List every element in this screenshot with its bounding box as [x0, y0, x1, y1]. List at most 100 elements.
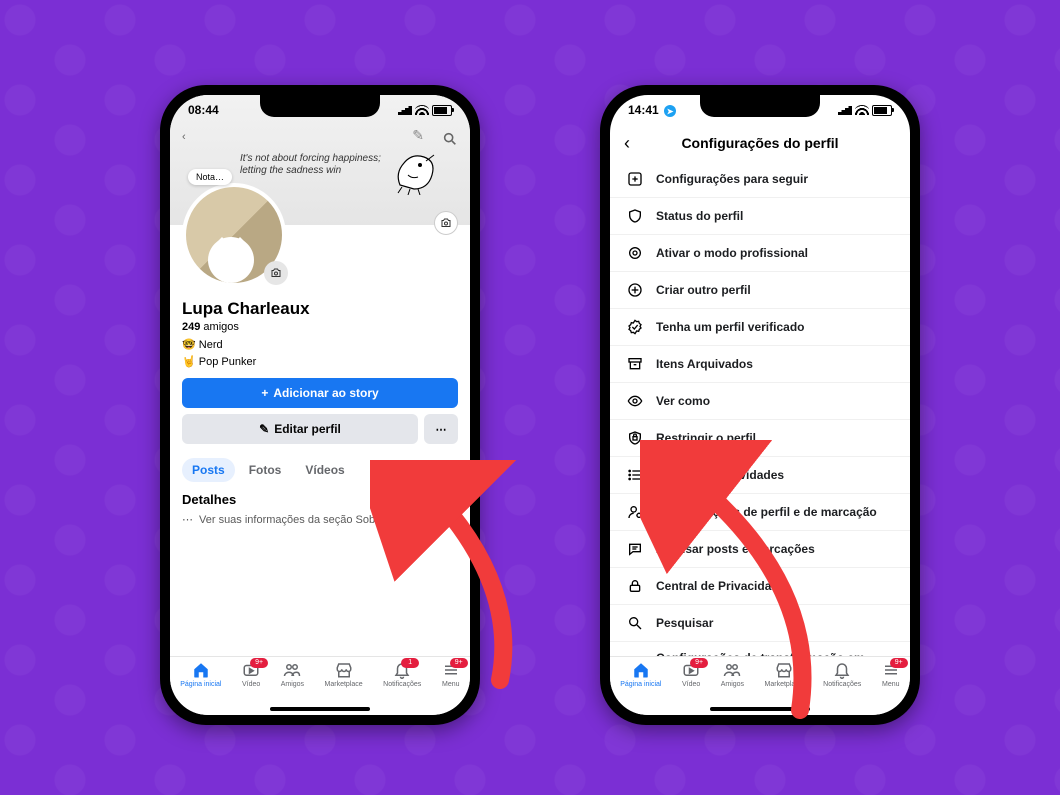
edit-profile-button[interactable]: ✎ Editar perfil	[182, 414, 418, 444]
shield-lock-icon	[626, 429, 644, 447]
back-chevron-icon[interactable]: ‹	[182, 131, 186, 143]
tab-home[interactable]: Página inicial	[180, 661, 221, 688]
tab-marketplace[interactable]: Marketplace	[765, 661, 803, 688]
tab-posts[interactable]: Posts	[182, 458, 235, 482]
archive-icon	[626, 355, 644, 373]
bottom-tab-bar: Página inicial 9+ Vídeo Amigos	[170, 656, 470, 715]
tab-notifications[interactable]: 1 Notificações	[383, 661, 421, 688]
battery-icon	[432, 105, 452, 116]
search-icon[interactable]	[442, 131, 458, 147]
badge-notifications: 1	[401, 658, 419, 668]
battery-icon	[872, 105, 892, 116]
tab-video[interactable]: 9+ Vídeo	[242, 661, 260, 688]
tab-menu[interactable]: 9+ Menu	[442, 661, 460, 688]
about-see-more[interactable]: ⋯ Ver suas informações da seção Sobre	[170, 511, 470, 528]
plus-circle-icon	[626, 281, 644, 299]
settings-item-status[interactable]: Status do perfil	[610, 198, 910, 235]
badge-video: 9+	[690, 658, 708, 668]
settings-item-professional[interactable]: Ativar o modo profissional	[610, 235, 910, 272]
tutorial-stage: 08:44 ‹ ✎ It's not about forcing happine…	[0, 0, 1060, 795]
more-options-button[interactable]: ⋯	[424, 414, 458, 444]
bottom-tab-bar: Página inicial 9+ Vídeo Amigos	[610, 656, 910, 715]
chat-icon	[626, 540, 644, 558]
settings-header: ‹ Configurações do perfil	[610, 125, 910, 161]
pencil-icon: ✎	[259, 422, 269, 436]
note-bubble[interactable]: Nota…	[188, 169, 232, 185]
home-indicator	[270, 707, 370, 711]
back-chevron-icon[interactable]: ‹	[624, 133, 630, 154]
video-icon: 9+	[242, 661, 260, 679]
status-icons	[838, 105, 892, 116]
friends-icon	[723, 661, 741, 679]
cover-camera-button[interactable]	[434, 211, 458, 235]
wifi-icon	[855, 105, 869, 115]
list-icon	[626, 466, 644, 484]
phone-frame-settings: 14:41 ➤ ‹ Configurações do perfil Config…	[600, 85, 920, 725]
settings-item-restrict[interactable]: Restringir o perfil	[610, 420, 910, 457]
settings-item-tagging[interactable]: Configurações de perfil e de marcação	[610, 494, 910, 531]
settings-item-follow[interactable]: Configurações para seguir	[610, 161, 910, 198]
tab-marketplace[interactable]: Marketplace	[325, 661, 363, 688]
profile-bio: 🤓 Nerd 🤘 Pop Punker	[182, 337, 458, 370]
avatar-camera-button[interactable]	[264, 261, 288, 285]
tab-video[interactable]: 9+ Vídeo	[682, 661, 700, 688]
status-time-wrap: 14:41 ➤	[628, 103, 676, 118]
target-icon	[626, 244, 644, 262]
badge-menu: 9+	[450, 658, 468, 668]
details-heading: Detalhes	[170, 482, 470, 511]
video-icon: 9+	[682, 661, 700, 679]
lock-icon	[626, 577, 644, 595]
settings-item-privacy-center[interactable]: Central de Privacidade	[610, 568, 910, 605]
menu-icon: 9+	[882, 661, 900, 679]
tab-photos[interactable]: Fotos	[239, 458, 292, 482]
profile-name: Lupa Charleaux	[182, 299, 458, 319]
ellipsis-icon: ⋯	[182, 513, 193, 526]
notch	[260, 95, 380, 117]
menu-icon: 9+	[442, 661, 460, 679]
avatar-container[interactable]	[182, 183, 286, 287]
settings-item-archived[interactable]: Itens Arquivados	[610, 346, 910, 383]
edit-cover-icon[interactable]: ✎	[412, 127, 424, 144]
bell-icon	[833, 661, 851, 679]
settings-item-verified[interactable]: Tenha um perfil verificado	[610, 309, 910, 346]
tab-friends[interactable]: Amigos	[721, 661, 744, 688]
bell-icon: 1	[393, 661, 411, 679]
tab-menu[interactable]: 9+ Menu	[882, 661, 900, 688]
marketplace-icon	[335, 661, 353, 679]
add-to-story-button[interactable]: + Adicionar ao story	[182, 378, 458, 408]
shield-icon	[626, 207, 644, 225]
home-indicator	[710, 707, 810, 711]
plus-icon: +	[261, 386, 268, 400]
telegram-indicator-icon: ➤	[664, 105, 676, 117]
plus-square-icon	[626, 170, 644, 188]
badge-menu: 9+	[890, 658, 908, 668]
tab-videos[interactable]: Vídeos	[295, 458, 354, 482]
search-icon	[626, 614, 644, 632]
tab-friends[interactable]: Amigos	[281, 661, 304, 688]
wifi-icon	[415, 105, 429, 115]
badge-video: 9+	[250, 658, 268, 668]
settings-list: Configurações para seguir Status do perf…	[610, 161, 910, 689]
settings-item-create-profile[interactable]: Criar outro perfil	[610, 272, 910, 309]
home-icon	[192, 661, 210, 679]
notch	[700, 95, 820, 117]
status-icons	[398, 105, 452, 116]
friends-icon	[283, 661, 301, 679]
screen-settings: 14:41 ➤ ‹ Configurações do perfil Config…	[610, 95, 910, 715]
user-cog-icon	[626, 503, 644, 521]
marketplace-icon	[775, 661, 793, 679]
screen-profile: 08:44 ‹ ✎ It's not about forcing happine…	[170, 95, 470, 715]
eye-icon	[626, 392, 644, 410]
tab-notifications[interactable]: Notificações	[823, 661, 861, 688]
settings-item-review-posts[interactable]: Analisar posts e marcações	[610, 531, 910, 568]
status-time: 08:44	[188, 103, 219, 117]
settings-item-view-as[interactable]: Ver como	[610, 383, 910, 420]
friends-count[interactable]: 249 amigos	[182, 321, 458, 333]
cover-quote: It's not about forcing happiness; lettin…	[240, 153, 390, 177]
home-icon	[632, 661, 650, 679]
tab-home[interactable]: Página inicial	[620, 661, 661, 688]
ellipsis-icon: ⋯	[436, 423, 447, 436]
phone-frame-profile: 08:44 ‹ ✎ It's not about forcing happine…	[160, 85, 480, 725]
settings-item-search[interactable]: Pesquisar	[610, 605, 910, 642]
settings-item-activity-log[interactable]: Registro de atividades	[610, 457, 910, 494]
